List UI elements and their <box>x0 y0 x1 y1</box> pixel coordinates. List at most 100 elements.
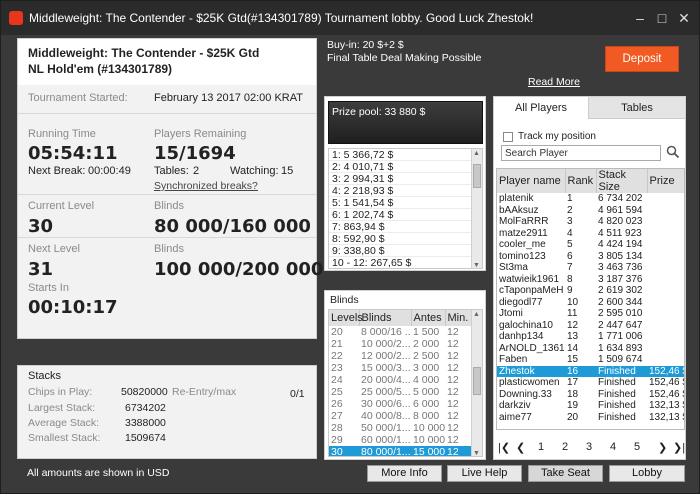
player-row[interactable]: cTaponpaMeH 9 2 619 302 <box>497 285 684 297</box>
player-row[interactable]: St3ma 7 3 463 736 <box>497 262 684 274</box>
player-cell <box>647 216 684 228</box>
page-number[interactable]: 1 <box>538 441 544 453</box>
prev-page-icon[interactable]: ❮ <box>516 441 525 454</box>
scroll-thumb[interactable] <box>473 367 481 395</box>
blinds-row[interactable]: 23 15 000/3... 3 000 12 <box>329 362 472 374</box>
player-row[interactable]: aime77 20 Finished 132,13 $ <box>497 412 684 424</box>
players-column-header[interactable]: Prize <box>647 169 684 193</box>
page-number[interactable]: 5 <box>634 441 640 453</box>
live-help-button[interactable]: Live Help <box>447 465 522 482</box>
buyin-text: Buy-in: 20 $+2 $ <box>327 39 404 51</box>
player-cell: 2 619 302 <box>598 285 643 296</box>
take-seat-button[interactable]: Take Seat <box>528 465 603 482</box>
player-row[interactable]: Faben 15 1 509 674 <box>497 354 684 366</box>
player-row[interactable]: Jtomi 11 2 595 010 <box>497 308 684 320</box>
player-row[interactable]: galochina10 12 2 447 647 <box>497 320 684 332</box>
players-list[interactable]: Player name Rank Stack Size Prize platenik 1… <box>496 168 685 430</box>
players-column-header[interactable]: Stack Size <box>596 169 648 193</box>
close-icon[interactable]: ✕ <box>675 9 693 27</box>
player-row[interactable]: ArNOLD_13613 14 1 634 893 <box>497 343 684 355</box>
player-cell: platenik <box>499 193 534 204</box>
blinds-cell: 24 <box>331 374 343 386</box>
track-position-checkbox[interactable] <box>503 132 513 142</box>
synchronized-breaks-link[interactable]: Synchronized breaks? <box>154 180 258 192</box>
blinds-row[interactable]: 20 8 000/16 ... 1 500 12 <box>329 326 472 338</box>
first-page-icon[interactable]: |❮ <box>498 441 510 454</box>
blinds-column-header[interactable]: Blinds <box>359 310 412 326</box>
blinds-column-header[interactable]: Min. <box>445 310 473 326</box>
blinds-heading: Blinds <box>330 294 359 306</box>
prize-list-scrollbar[interactable]: ▲ ▼ <box>471 149 482 268</box>
scroll-up-icon[interactable]: ▲ <box>473 311 480 318</box>
blinds-row[interactable]: 30 80 000/1... 15 000 12 <box>329 446 472 456</box>
player-cell: Downing.33 <box>499 388 552 400</box>
prize-row: 3: 2 994,31 $ <box>329 173 482 185</box>
scroll-thumb[interactable] <box>473 164 481 188</box>
player-row[interactable]: MolFaRRR 3 4 820 023 <box>497 216 684 228</box>
blinds-cell: 20 <box>331 326 343 338</box>
player-row[interactable]: matze2911 4 4 511 923 <box>497 227 684 240</box>
player-row[interactable]: bAAksuz 2 4 961 594 <box>497 204 684 217</box>
tab-tables[interactable]: Tables <box>589 97 685 119</box>
read-more-link[interactable]: Read More <box>528 76 580 88</box>
search-icon[interactable] <box>666 145 680 159</box>
scroll-down-icon[interactable]: ▼ <box>473 450 480 456</box>
player-cell: matze2911 <box>499 227 548 239</box>
blinds-row[interactable]: 25 25 000/5... 5 000 12 <box>329 386 472 398</box>
blinds-row[interactable]: 21 10 000/2... 2 000 12 <box>329 338 472 350</box>
blinds-column-header[interactable]: Antes <box>411 310 446 326</box>
players-column-header[interactable]: Player name <box>497 169 566 193</box>
deposit-button[interactable]: Deposit <box>605 46 679 72</box>
player-row[interactable]: plasticwomen 17 Finished 152,46 $ <box>497 377 684 389</box>
blinds-column-header[interactable]: Levels <box>329 310 363 326</box>
started-label: Tournament Started: <box>28 92 128 104</box>
search-player-input[interactable] <box>501 145 661 161</box>
player-row[interactable]: Zhestok 16 Finished 152,46 $ <box>497 365 684 377</box>
players-column-header[interactable]: Rank <box>565 169 597 193</box>
scroll-down-icon[interactable]: ▼ <box>473 262 480 268</box>
player-row[interactable]: cooler_me 5 4 424 194 <box>497 239 684 251</box>
player-row[interactable]: Downing.33 18 Finished 152,46 $ <box>497 388 684 401</box>
next-level-value: 31 <box>28 259 54 280</box>
player-cell: 7 <box>567 262 573 273</box>
more-info-button[interactable]: More Info <box>367 465 442 482</box>
player-cell: 5 <box>567 239 573 250</box>
player-row[interactable]: platenik 1 6 734 202 <box>497 193 684 205</box>
next-page-icon[interactable]: ❯ <box>658 441 667 454</box>
blinds-row[interactable]: 28 50 000/1... 10 000 12 <box>329 422 472 434</box>
player-row[interactable]: darkziv 19 Finished 132,13 $ <box>497 400 684 412</box>
prize-list[interactable]: 1: 5 366,72 $2: 4 010,71 $3: 2 994,31 $4… <box>328 148 483 269</box>
chips-in-play-value: 50820000 <box>121 386 168 398</box>
blinds-row[interactable]: 27 40 000/8... 8 000 12 <box>329 410 472 422</box>
tab-all-players[interactable]: All Players <box>494 97 589 119</box>
player-cell: 2 <box>567 204 573 216</box>
blinds-cell: 12 <box>447 374 459 386</box>
blinds-cell: 23 <box>331 362 343 374</box>
blinds-list[interactable]: Levels Blinds Antes Min. 20 8 000/16 ... 1 50… <box>328 309 483 457</box>
player-row[interactable]: tomino123 6 3 805 134 <box>497 251 684 263</box>
watching-value: 15 <box>281 165 294 177</box>
player-row[interactable]: diegodl77 10 2 600 344 <box>497 297 684 309</box>
maximize-icon[interactable]: □ <box>653 9 671 27</box>
page-number[interactable]: 2 <box>562 441 568 453</box>
blinds-row[interactable]: 26 30 000/6... 6 000 12 <box>329 398 472 410</box>
tournament-name-box: Middleweight: The Contender - $25K Gtd N… <box>18 39 316 85</box>
player-row[interactable]: watwieik1961 8 3 187 376 <box>497 274 684 286</box>
scroll-up-icon[interactable]: ▲ <box>473 150 480 157</box>
blinds-row[interactable]: 24 20 000/4... 4 000 12 <box>329 374 472 386</box>
blinds-cell: 26 <box>331 398 343 410</box>
player-row[interactable]: danhp134 13 1 771 006 <box>497 331 684 343</box>
starts-in-value: 00:10:17 <box>28 297 118 318</box>
blinds-cell: 12 <box>447 326 459 338</box>
blinds-row[interactable]: 22 12 000/2... 2 500 12 <box>329 350 472 362</box>
blinds-cell: 1 500 <box>413 326 440 338</box>
next-break-label: Next Break: <box>28 165 86 177</box>
blinds-cell: 10 000 <box>413 422 445 434</box>
page-number[interactable]: 3 <box>586 441 592 453</box>
blinds-row[interactable]: 29 60 000/1... 10 000 12 <box>329 434 472 446</box>
minimize-icon[interactable]: – <box>631 9 649 27</box>
last-page-icon[interactable]: ❯| <box>673 441 685 454</box>
lobby-button[interactable]: Lobby <box>609 465 685 482</box>
page-number[interactable]: 4 <box>610 441 616 453</box>
blinds-scrollbar[interactable]: ▲ ▼ <box>471 310 482 456</box>
